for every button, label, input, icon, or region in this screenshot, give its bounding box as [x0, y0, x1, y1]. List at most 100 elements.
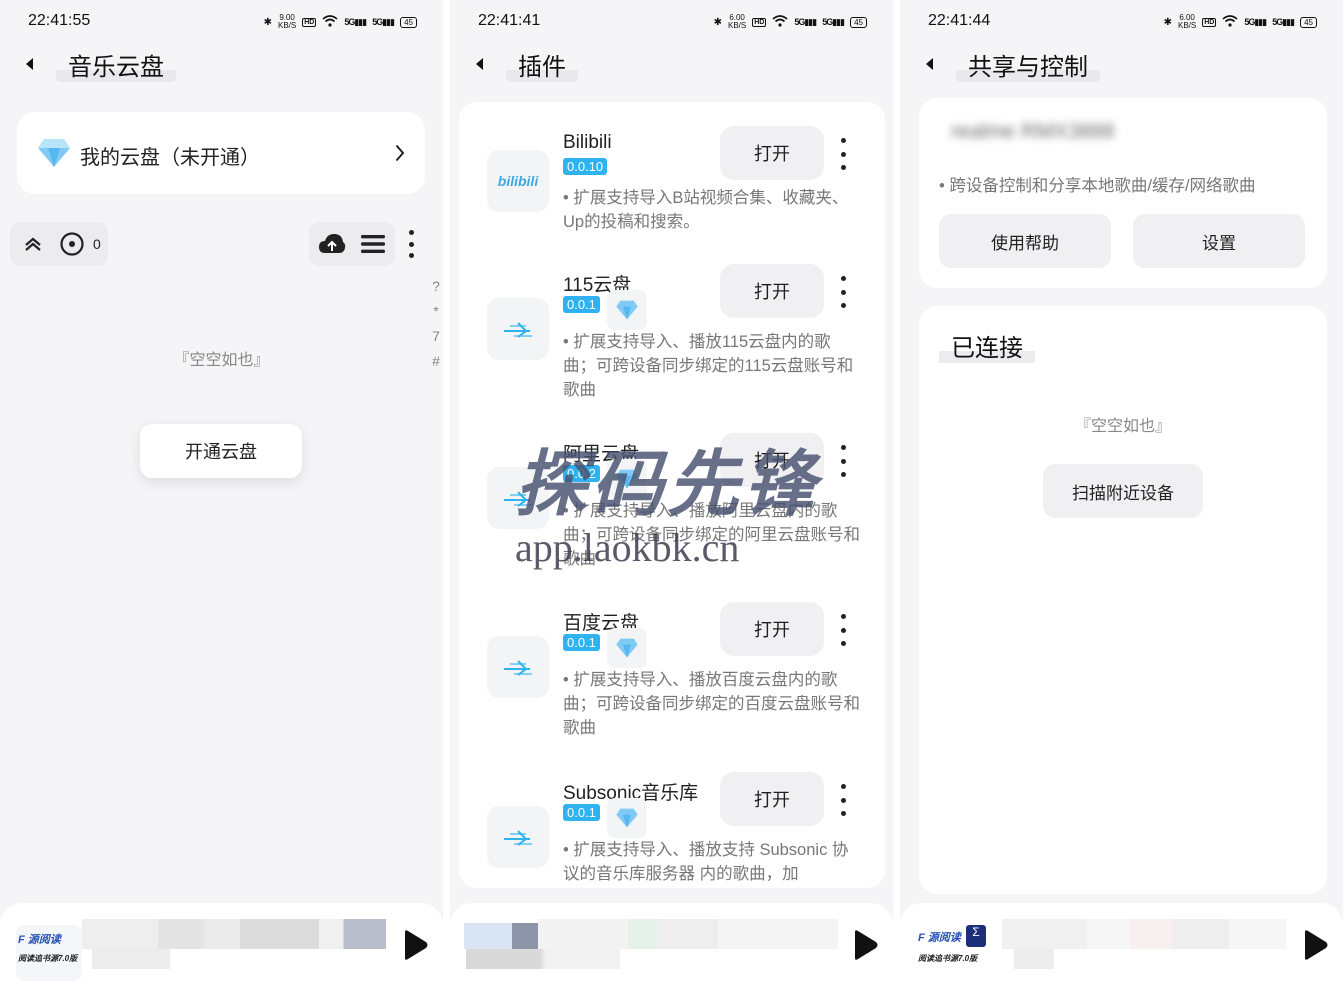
plugin-item-115: 115云盘 0.0.1 打开 • 扩展支持导入、播放115云盘内的歌曲；可跨设备…	[487, 264, 885, 410]
chevron-right-icon	[395, 144, 405, 162]
header: 插件	[468, 46, 578, 82]
version-badge: 0.0.1	[563, 804, 600, 821]
plugin-item-bilibili: bilibili Bilibili 0.0.10 打开 • 扩展支持导入B站视频…	[487, 126, 885, 242]
track-title-blurred	[538, 919, 838, 949]
back-button[interactable]	[918, 53, 940, 75]
status-time: 22:41:41	[478, 12, 541, 29]
connected-title: 已连接	[939, 328, 1035, 363]
cloud-logo-icon	[487, 806, 549, 868]
left-toolbar: 0	[10, 222, 108, 266]
mini-player[interactable]: F 源阅读 阅读追书源7.0版	[0, 903, 443, 985]
wifi-icon	[772, 14, 788, 30]
plugin-name: Bilibili	[563, 132, 612, 153]
my-cloud-label: 我的云盘（未开通）	[80, 147, 260, 169]
sigma-icon: Σ	[966, 925, 986, 947]
device-name-blurred: realme RMX3888	[951, 120, 1115, 143]
play-icon[interactable]	[851, 929, 879, 961]
plugin-description: • 扩展支持导入、播放115云盘内的歌曲；可跨设备同步绑定的115云盘账号和歌曲	[563, 333, 854, 399]
bluetooth-icon: ✱	[713, 16, 722, 28]
cloud-logo-icon	[487, 467, 549, 529]
more-options-icon[interactable]	[837, 276, 849, 308]
plugin-item-aliyun: 阿里云盘 0.0.2 打开 • 扩展支持导入、播放阿里云盘内的歌曲；可跨设备同步…	[487, 433, 885, 579]
plugin-list: bilibili Bilibili 0.0.10 打开 • 扩展支持导入B站视频…	[459, 102, 885, 888]
plugin-description: • 扩展支持导入、播放阿里云盘内的歌曲；可跨设备同步绑定的阿里云盘账号和歌曲	[563, 502, 860, 568]
open-button[interactable]: 打开	[720, 772, 824, 826]
play-icon[interactable]	[1301, 929, 1329, 961]
mini-player[interactable]	[450, 903, 893, 985]
back-arrow-icon	[476, 58, 483, 70]
status-bar: 22:41:41 ✱ 6.00 KB/S HD 5G▮▮▮ 5G▮▮▮ 45	[450, 10, 893, 34]
diamond-icon	[38, 139, 70, 167]
more-options-icon[interactable]	[837, 138, 849, 170]
device-card: realme RMX3888 • 跨设备控制和分享本地歌曲/缓存/网络歌曲 使用…	[919, 98, 1327, 288]
signal-icon: 5G▮▮▮	[794, 16, 817, 27]
status-bar: 22:41:44 ✱ 6.00 KB/S HD 5G▮▮▮ 5G▮▮▮ 45	[900, 10, 1343, 34]
signal-icon-2: 5G▮▮▮	[372, 16, 395, 27]
bilibili-logo-icon: bilibili	[487, 150, 549, 212]
bluetooth-icon: ✱	[1163, 16, 1172, 28]
battery-icon: 45	[1300, 16, 1317, 28]
scan-devices-button[interactable]: 扫描附近设备	[1043, 464, 1203, 518]
back-button[interactable]	[18, 53, 40, 75]
selected-count: 0	[93, 236, 101, 252]
hd-icon: HD	[1202, 17, 1217, 27]
diamond-icon	[607, 290, 647, 330]
open-cloud-button[interactable]: 开通云盘	[140, 424, 302, 478]
track-title-blurred	[1002, 919, 1286, 949]
diamond-icon	[607, 798, 647, 838]
plugin-description: • 扩展支持导入B站视频合集、收藏夹、Up的投稿和搜索。	[563, 189, 849, 231]
play-icon[interactable]	[401, 929, 429, 961]
collapse-icon[interactable]	[24, 236, 42, 252]
cloud-logo-icon	[487, 636, 549, 698]
list-menu-icon[interactable]	[361, 235, 385, 253]
back-button[interactable]	[468, 53, 490, 75]
album-thumbnail: F 源阅读 Σ 阅读追书源7.0版	[916, 923, 1002, 979]
open-button[interactable]: 打开	[720, 433, 824, 487]
version-badge: 0.0.1	[563, 634, 600, 651]
album-thumbnail: F 源阅读 阅读追书源7.0版	[16, 925, 82, 981]
more-options-icon[interactable]	[837, 614, 849, 646]
cloud-upload-icon[interactable]	[318, 233, 346, 255]
version-badge: 0.0.10	[563, 158, 608, 175]
page-title: 音乐云盘	[56, 46, 176, 82]
more-options-icon[interactable]	[409, 230, 414, 258]
battery-icon: 45	[400, 16, 417, 28]
device-description: • 跨设备控制和分享本地歌曲/缓存/网络歌曲	[939, 177, 1256, 195]
more-options-icon[interactable]	[837, 445, 849, 477]
signal-icon-2: 5G▮▮▮	[1272, 16, 1295, 27]
plugin-description: • 扩展支持导入、播放支持 Subsonic 协议的音乐库服务器 内的歌曲，加	[563, 841, 849, 883]
status-time: 22:41:44	[928, 12, 991, 29]
locate-icon[interactable]	[59, 231, 85, 257]
wifi-icon	[1222, 14, 1238, 30]
plugin-item-baidu: 百度云盘 0.0.1 打开 • 扩展支持导入、播放百度云盘内的歌曲；可跨设备同步…	[487, 602, 885, 748]
hd-icon: HD	[752, 17, 767, 27]
settings-button[interactable]: 设置	[1133, 214, 1305, 268]
right-toolbar	[309, 222, 395, 266]
header: 音乐云盘	[18, 46, 176, 82]
header: 共享与控制	[918, 46, 1100, 82]
more-options-icon[interactable]	[837, 784, 849, 816]
battery-icon: 45	[850, 16, 867, 28]
open-button[interactable]: 打开	[720, 264, 824, 318]
open-button[interactable]: 打开	[720, 602, 824, 656]
hd-icon: HD	[302, 17, 317, 27]
track-title-blurred	[82, 919, 386, 949]
page-title: 共享与控制	[956, 46, 1100, 82]
plugins-panel: 22:41:41 ✱ 6.00 KB/S HD 5G▮▮▮ 5G▮▮▮ 45 插件…	[450, 0, 893, 985]
page-title: 插件	[506, 46, 578, 82]
plugin-description: • 扩展支持导入、播放百度云盘内的歌曲；可跨设备同步绑定的百度云盘账号和歌曲	[563, 671, 860, 737]
share-control-panel: 22:41:44 ✱ 6.00 KB/S HD 5G▮▮▮ 5G▮▮▮ 45 共享…	[900, 0, 1343, 985]
diamond-icon	[607, 628, 647, 668]
track-artist-blurred	[92, 949, 170, 969]
net-speed: 6.00 KB/S	[727, 13, 747, 30]
back-arrow-icon	[926, 58, 933, 70]
open-button[interactable]: 打开	[720, 126, 824, 180]
status-bar: 22:41:55 ✱ 9.00 KB/S HD 5G▮▮▮ 5G▮▮▮ 45	[0, 10, 443, 34]
my-cloud-entry[interactable]: 我的云盘（未开通）	[17, 112, 425, 194]
mini-player[interactable]: F 源阅读 Σ 阅读追书源7.0版	[900, 903, 1343, 985]
net-speed: 6.00 KB/S	[1177, 13, 1197, 30]
diamond-icon	[607, 459, 647, 499]
bluetooth-icon: ✱	[263, 16, 272, 28]
help-button[interactable]: 使用帮助	[939, 214, 1111, 268]
back-arrow-icon	[26, 58, 33, 70]
